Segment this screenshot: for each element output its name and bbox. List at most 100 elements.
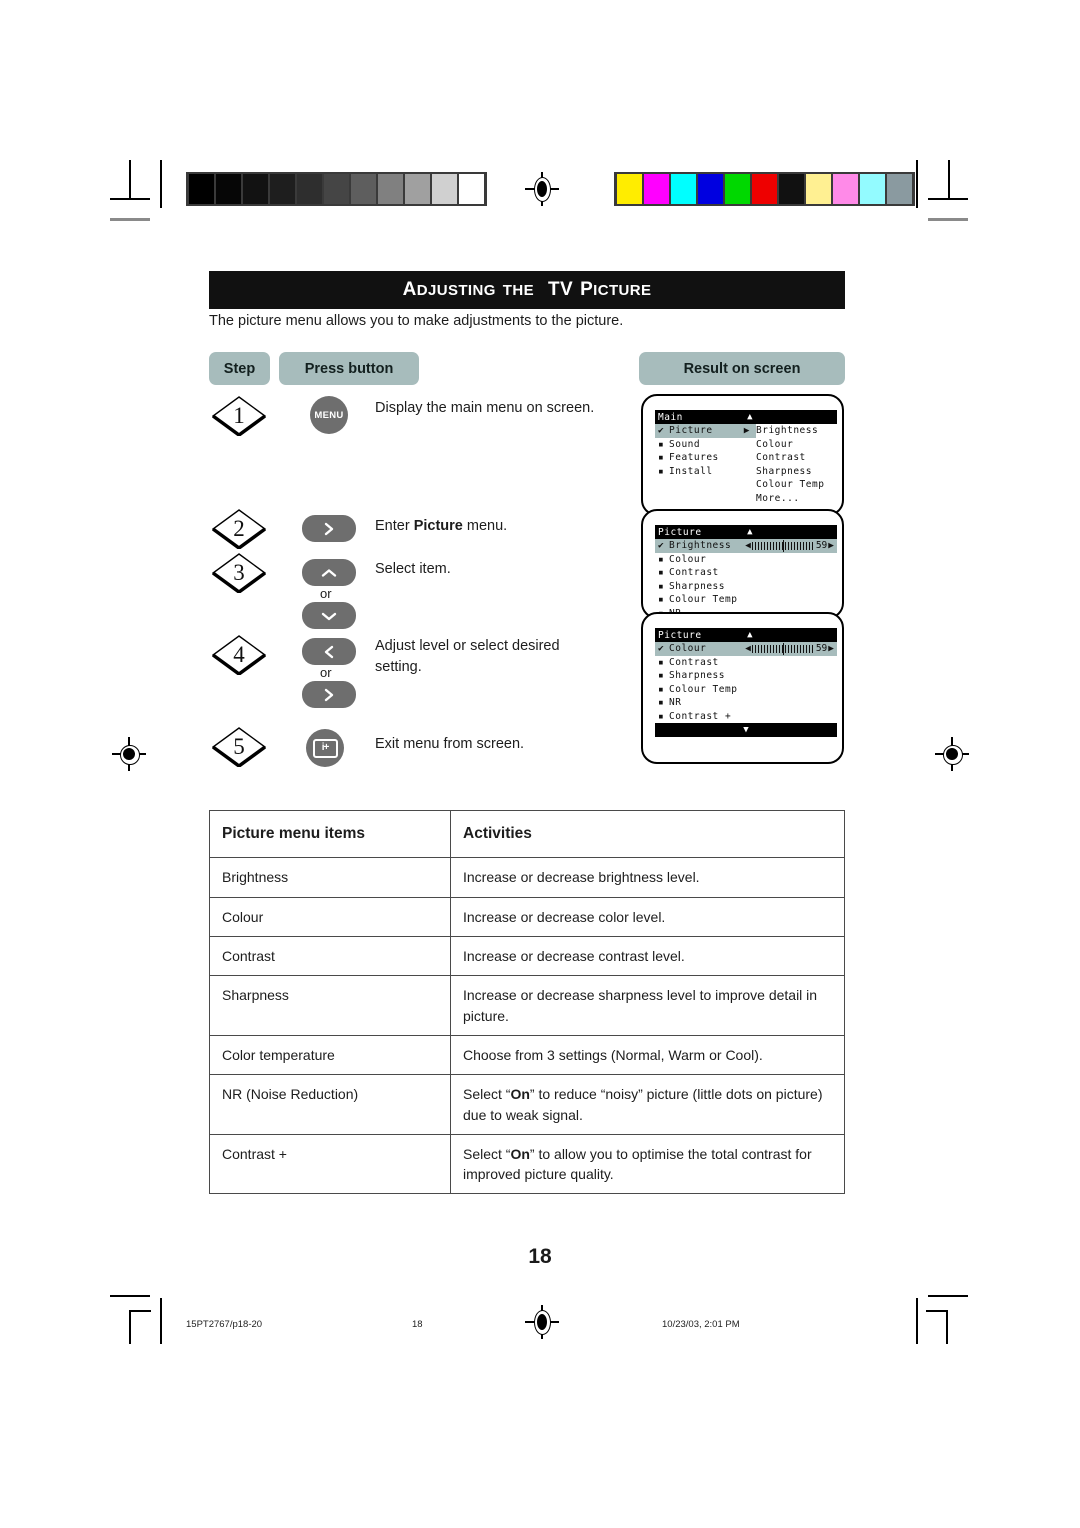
- table-row: Color temperature Choose from 3 settings …: [209, 1034, 845, 1076]
- table-cell-item: Sharpness: [209, 975, 451, 1036]
- osd-menu-item[interactable]: ▪ Contrast +: [655, 710, 837, 724]
- osd-item-marker: ▪: [658, 452, 665, 464]
- osd-item-marker: ▪: [658, 567, 665, 579]
- osd-submenu-item[interactable]: Colour Temp: [756, 478, 837, 492]
- osd-menu-item[interactable]: ▪ NR: [655, 696, 837, 710]
- step-number-5: 5: [212, 727, 266, 767]
- calibration-swatch: [887, 174, 912, 204]
- step-number-1-label: 1: [233, 402, 245, 428]
- osd-menu-item[interactable]: ▪ Sharpness: [655, 669, 837, 683]
- calibration-swatch: [671, 174, 696, 204]
- crop-mark-tr-h2: [928, 218, 968, 221]
- osd-submenu-label: Colour Temp: [756, 479, 825, 491]
- calibration-swatch: [351, 174, 376, 204]
- osd-item-label: Contrast: [669, 656, 719, 668]
- osd-item-marker: ▪: [658, 683, 665, 695]
- osd-menu-item[interactable]: ▪ Sharpness: [655, 580, 837, 594]
- slider-left-arrow-icon: ◀: [745, 540, 751, 552]
- tv-screen-main-menu: Main ▲ ✔ Picture ▶ ▪ Sound ▪ Features ▪ Install …: [641, 394, 844, 516]
- calibration-swatch: [189, 174, 214, 204]
- osd-menu-item[interactable]: ✔ Colour ◀ 59 ▶: [655, 642, 837, 656]
- exit-info-button[interactable]: i+: [306, 729, 344, 767]
- osd-item-marker: ▪: [658, 656, 665, 668]
- calibration-swatch: [459, 174, 484, 204]
- right-arrow-button-step4[interactable]: [302, 681, 356, 708]
- footer-page: 18: [412, 1319, 423, 1330]
- or-label-step3: or: [320, 586, 332, 601]
- osd-picture-2-items: ✔ Colour ◀ 59 ▶ ▪ Contrast ▪ Sharpness ▪ Colour Te…: [655, 642, 837, 723]
- chevron-up-icon: [321, 568, 337, 577]
- crop-mark-bl-h: [110, 1295, 150, 1297]
- table-cell-activity: Increase or decrease sharpness level to …: [450, 975, 845, 1036]
- step-2-text-post: menu.: [462, 518, 508, 534]
- osd-menu-item[interactable]: ▪ Contrast: [655, 656, 837, 670]
- step-4-text-line1: Adjust level or select desired: [375, 638, 560, 654]
- crop-mark-br-v2: [946, 1310, 948, 1344]
- slider-value: 59: [815, 643, 828, 655]
- chevron-down-icon: [321, 612, 337, 620]
- calibration-swatch: [806, 174, 831, 204]
- osd-menu-item[interactable]: ▪ Sound: [655, 438, 756, 452]
- step-5-description: Exit menu from screen.: [375, 736, 525, 752]
- step-number-4-label: 4: [233, 641, 245, 667]
- page-title: A DJUSTING THE TV P ICTURE: [209, 271, 845, 309]
- step-1-description: Display the main menu on screen.: [375, 400, 595, 416]
- osd-title-picture-2: Picture ▲: [655, 628, 837, 642]
- osd-menu-item[interactable]: ▪ Install: [655, 465, 756, 479]
- osd-item-label: Sound: [669, 438, 701, 450]
- table-row: Colour Increase or decrease color level.: [209, 896, 845, 938]
- step-number-3-label: 3: [233, 559, 245, 585]
- tv-screen-picture-colour: Picture ▲ ✔ Colour ◀ 59 ▶ ▪ Contrast ▪ Sharpness…: [641, 612, 844, 764]
- osd-item-label: Features: [669, 452, 719, 464]
- osd-item-label: Contrast +: [669, 710, 732, 722]
- osd-submenu-item[interactable]: Contrast: [756, 451, 837, 465]
- osd-submenu-item[interactable]: More...: [756, 492, 837, 506]
- osd-menu-item[interactable]: ✔ Picture ▶: [655, 424, 756, 438]
- column-header-result-on-screen: Result on screen: [639, 352, 845, 385]
- step-number-2-label: 2: [233, 515, 245, 541]
- osd-menu-item[interactable]: ▪ Contrast: [655, 566, 837, 580]
- osd-menu-item[interactable]: ▪ Colour Temp: [655, 593, 837, 607]
- osd-title-main-label: Main: [658, 411, 683, 423]
- table-cell-item: NR (Noise Reduction): [209, 1074, 451, 1135]
- osd-item-label: Brightness: [669, 540, 732, 552]
- osd-submenu-item[interactable]: Brightness: [756, 424, 837, 438]
- osd-menu-item[interactable]: ▪ Colour Temp: [655, 683, 837, 697]
- osd-title-picture-1: Picture ▲: [655, 525, 837, 539]
- calibration-swatch: [216, 174, 241, 204]
- calibration-swatch: [270, 174, 295, 204]
- calibration-swatch: [725, 174, 750, 204]
- osd-submenu-item[interactable]: Sharpness: [756, 465, 837, 479]
- menu-button[interactable]: MENU: [310, 396, 348, 434]
- table-cell-item: Colour: [209, 896, 451, 938]
- right-arrow-button-step2[interactable]: [302, 515, 356, 542]
- osd-slider[interactable]: ◀ 59 ▶: [745, 642, 834, 655]
- up-arrow-button[interactable]: [302, 559, 356, 586]
- step-2-text-bold: Picture: [413, 518, 463, 534]
- registration-mark-top: [525, 172, 559, 206]
- osd-item-marker: ▪: [658, 697, 665, 709]
- info-plus-icon: i+: [312, 738, 338, 758]
- table-cell-item: Brightness: [209, 857, 451, 898]
- osd-submenu-item[interactable]: Colour: [756, 438, 837, 452]
- down-arrow-button[interactable]: [302, 602, 356, 629]
- calibration-swatch: [752, 174, 777, 204]
- osd-down-arrow-bar[interactable]: ▼: [655, 723, 837, 737]
- osd-menu-item[interactable]: ✔ Brightness ◀ 59 ▶: [655, 539, 837, 553]
- osd-picture-1-items: ✔ Brightness ◀ 59 ▶ ▪ Colour ▪ Contrast ▪ Sharpnes…: [655, 539, 837, 620]
- left-arrow-button[interactable]: [302, 638, 356, 665]
- activity-bold: On: [510, 1086, 530, 1103]
- calibration-swatch: [297, 174, 322, 204]
- column-header-step: Step: [209, 352, 270, 385]
- registration-mark-right: [935, 737, 969, 771]
- osd-main-right-column: Brightness Colour Contrast Sharpness Colour …: [756, 424, 837, 505]
- osd-item-marker: ▪: [658, 594, 665, 606]
- calibration-swatch: [779, 174, 804, 204]
- footer-filename: 15PT2767/p18-20: [186, 1319, 263, 1330]
- grayscale-calibration-strip: [186, 172, 487, 206]
- osd-item-label: Colour Temp: [669, 683, 738, 695]
- osd-menu-item[interactable]: ▪ Colour: [655, 553, 837, 567]
- osd-slider[interactable]: ◀ 59 ▶: [745, 539, 834, 552]
- color-calibration-strip: [614, 172, 915, 206]
- osd-menu-item[interactable]: ▪ Features: [655, 451, 756, 465]
